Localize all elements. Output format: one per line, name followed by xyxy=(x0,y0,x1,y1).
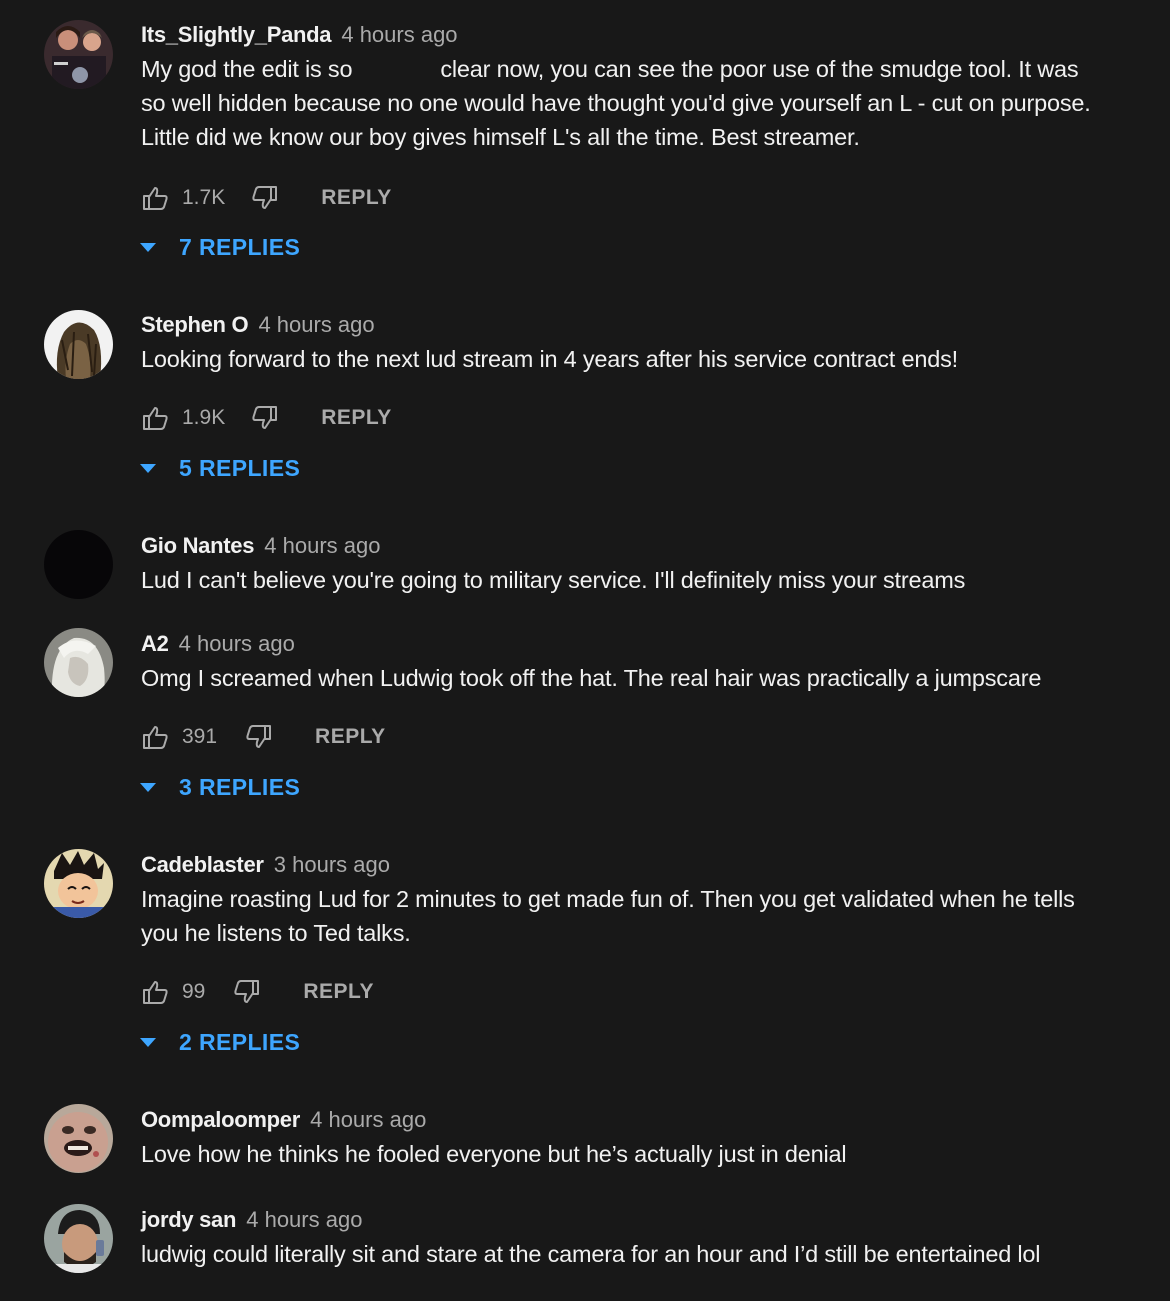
thumbs-down-icon[interactable] xyxy=(251,404,279,432)
comment-timestamp[interactable]: 4 hours ago xyxy=(310,1107,426,1132)
avatar[interactable] xyxy=(44,1104,113,1173)
group-photo-avatar-icon xyxy=(44,20,113,89)
like-count: 99 xyxy=(182,980,206,1003)
avatar[interactable] xyxy=(44,20,113,89)
comment-actions: 391 REPLY xyxy=(141,722,386,752)
thumbs-down-icon[interactable] xyxy=(251,184,279,212)
comment-timestamp[interactable]: 4 hours ago xyxy=(246,1207,362,1232)
thumbs-down-icon[interactable] xyxy=(245,723,273,751)
view-replies-button[interactable]: 5 REPLIES xyxy=(139,453,300,483)
comment-author[interactable]: Gio Nantes xyxy=(141,533,254,558)
reply-button[interactable]: REPLY xyxy=(315,725,386,749)
comment-timestamp[interactable]: 4 hours ago xyxy=(264,533,380,558)
reply-button[interactable]: REPLY xyxy=(321,186,392,210)
avatar[interactable] xyxy=(44,849,113,918)
comment-text: Lud I can't believe you're going to mili… xyxy=(141,567,966,593)
avatar[interactable] xyxy=(44,310,113,379)
like-count: 1.9K xyxy=(182,406,226,429)
long-hair-avatar-icon xyxy=(44,310,113,379)
reply-button[interactable]: REPLY xyxy=(321,406,392,430)
comment-author[interactable]: Oompaloomper xyxy=(141,1107,300,1132)
beanie-selfie-avatar-icon xyxy=(44,1204,113,1273)
replies-label: 2 REPLIES xyxy=(179,1028,301,1055)
view-replies-button[interactable]: 2 REPLIES xyxy=(139,1027,300,1057)
replies-label: 7 REPLIES xyxy=(179,233,301,260)
like-count: 391 xyxy=(182,725,218,748)
comment-text: ludwig could literally sit and stare at … xyxy=(141,1241,1041,1267)
comment-author[interactable]: Stephen O xyxy=(141,312,249,337)
white-hair-avatar-icon xyxy=(44,628,113,697)
comment-timestamp[interactable]: 3 hours ago xyxy=(274,852,390,877)
comment-timestamp[interactable]: 4 hours ago xyxy=(258,312,374,337)
caret-down-icon xyxy=(139,781,157,793)
comment-author[interactable]: Its_Slightly_Panda xyxy=(141,22,332,47)
comment-actions: 1.9K REPLY xyxy=(141,403,392,433)
avatar[interactable] xyxy=(44,1204,113,1273)
comment-text: Omg I screamed when Ludwig took off the … xyxy=(141,665,1042,691)
caret-down-icon xyxy=(139,462,157,474)
like-count: 1.7K xyxy=(182,186,226,209)
avatar[interactable] xyxy=(44,628,113,697)
thumbs-up-icon[interactable] xyxy=(141,184,169,212)
avatar[interactable] xyxy=(44,530,113,599)
comment-author[interactable]: A2 xyxy=(141,631,169,656)
comment-author[interactable]: jordy san xyxy=(141,1207,236,1232)
view-replies-button[interactable]: 7 REPLIES xyxy=(139,232,300,262)
thumbs-down-icon[interactable] xyxy=(233,978,261,1006)
comment-text: Imagine roasting Lud for 2 minutes to ge… xyxy=(141,886,1075,946)
thumbs-up-icon[interactable] xyxy=(141,723,169,751)
caret-down-icon xyxy=(139,1036,157,1048)
view-replies-button[interactable]: 3 REPLIES xyxy=(139,772,300,802)
caret-down-icon xyxy=(139,241,157,253)
anime-avatar-icon xyxy=(44,849,113,918)
comment-text: Love how he thinks he fooled everyone bu… xyxy=(141,1141,847,1167)
comment-text: Looking forward to the next lud stream i… xyxy=(141,346,958,372)
thumbs-up-icon[interactable] xyxy=(141,404,169,432)
face-closeup-avatar-icon xyxy=(44,1104,113,1173)
thumbs-up-icon[interactable] xyxy=(141,978,169,1006)
replies-label: 3 REPLIES xyxy=(179,773,301,800)
comment-text: My god the edit is so clear now, you can … xyxy=(141,56,1091,150)
comment-actions: 1.7K REPLY xyxy=(141,183,392,213)
comment-timestamp[interactable]: 4 hours ago xyxy=(179,631,295,656)
comment-timestamp[interactable]: 4 hours ago xyxy=(341,22,457,47)
reply-button[interactable]: REPLY xyxy=(303,980,374,1004)
comment-actions: 99 REPLY xyxy=(141,977,374,1007)
replies-label: 5 REPLIES xyxy=(179,454,301,481)
dark-avatar-icon xyxy=(44,530,113,599)
comment-author[interactable]: Cadeblaster xyxy=(141,852,264,877)
